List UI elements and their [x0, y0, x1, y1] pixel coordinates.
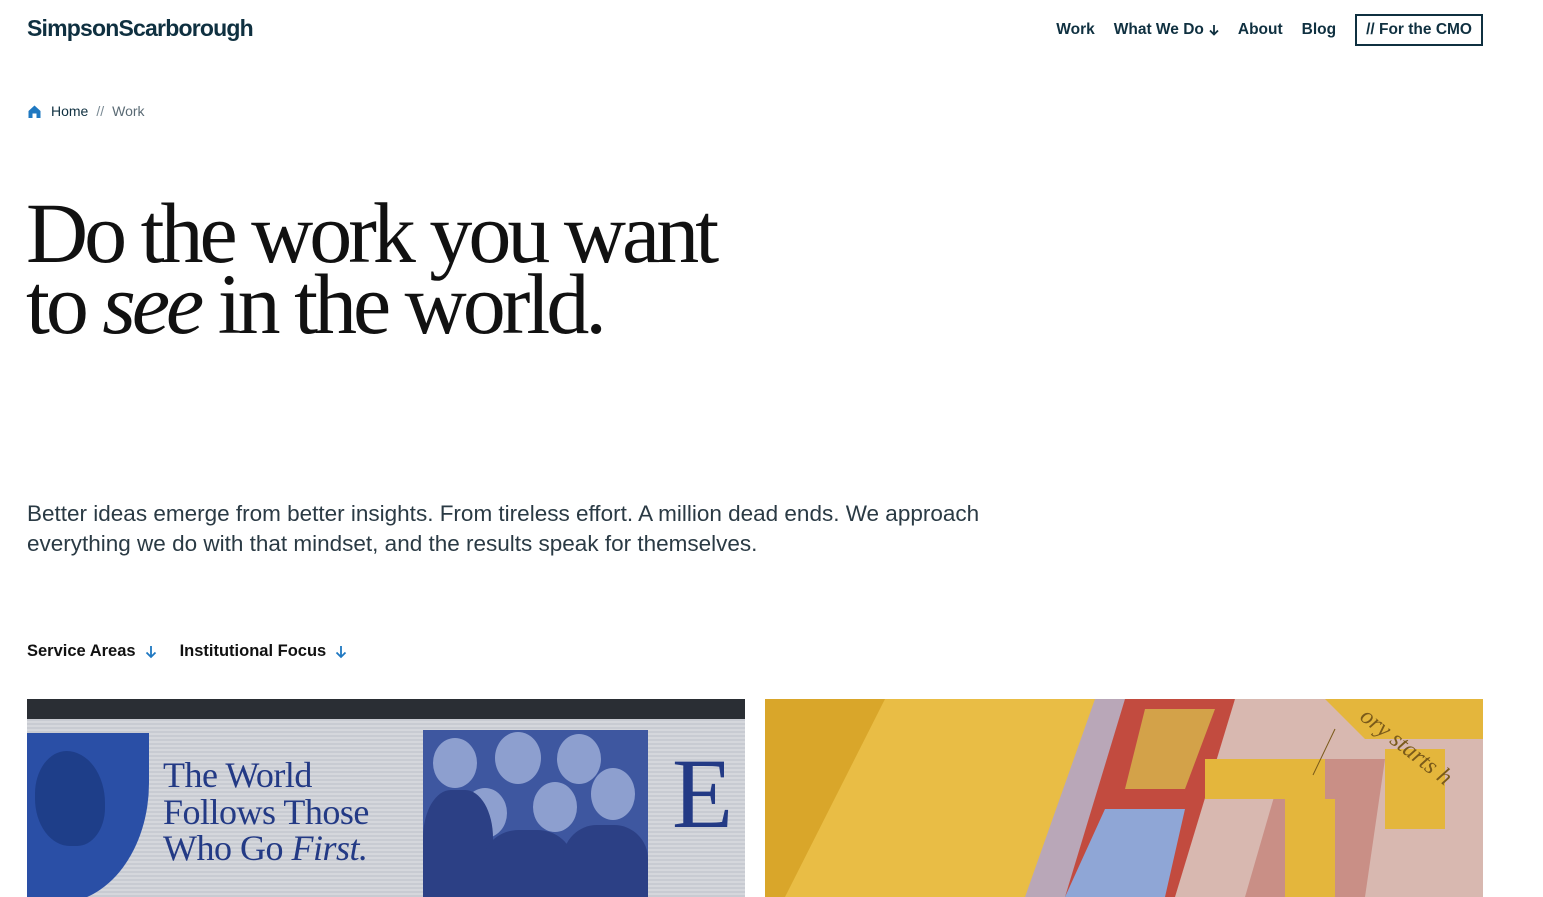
site-logo[interactable]: SimpsonScarborough [27, 15, 254, 42]
nav-item-label: About [1237, 21, 1283, 38]
filter-bar: Service Areas Institutional Focus [27, 642, 370, 661]
home-icon[interactable] [27, 104, 42, 119]
page-title: Do the work you want to see in the world… [26, 190, 719, 347]
institutional-focus-filter[interactable]: Institutional Focus [180, 642, 348, 661]
service-areas-filter[interactable]: Service Areas [27, 642, 157, 661]
project-card-billboard[interactable]: The World Follows Those Who Go First. E [27, 699, 745, 897]
arrow-down-icon [145, 645, 156, 658]
hero-emphasis: see [102, 256, 204, 352]
nav-item-label: Blog [1301, 21, 1337, 38]
hero-line-2-start: to [26, 256, 103, 352]
arrow-down-icon [336, 645, 347, 658]
hero-line-2-end: in the world. [200, 256, 607, 352]
billboard-line-1: The World [163, 755, 312, 795]
nav-item-label: What We Do [1113, 21, 1204, 38]
billboard-line-2: Follows Those [163, 791, 369, 832]
billboard-letter: E [672, 738, 734, 849]
filter-label: Service Areas [27, 642, 136, 660]
billboard-emphasis: First. [291, 828, 368, 868]
nav-item-about[interactable]: About [1238, 21, 1283, 39]
nav-item-blog[interactable]: Blog [1302, 21, 1336, 39]
breadcrumb-home-link[interactable]: Home [51, 103, 88, 119]
breadcrumb-current: Work [112, 103, 145, 119]
arrow-down-icon [1209, 25, 1219, 36]
nav-item-work[interactable]: Work [1056, 21, 1094, 39]
breadcrumb: Home // Work [27, 103, 145, 119]
billboard-line-3: Who Go [163, 828, 292, 868]
billboard-headline: The World Follows Those Who Go First. [163, 757, 369, 867]
project-card-print[interactable]: ory starts h [765, 699, 1483, 897]
billboard-student-photo [423, 730, 648, 897]
intro-paragraph: Better ideas emerge from better insights… [27, 501, 980, 556]
breadcrumb-separator: // [96, 103, 105, 119]
nav-item-label: Work [1056, 21, 1095, 38]
billboard-frame [27, 699, 745, 719]
main-nav: Work What We Do About Blog // For the CM… [1037, 14, 1483, 46]
filter-label: Institutional Focus [179, 642, 327, 660]
for-the-cmo-button[interactable]: // For the CMO [1355, 14, 1483, 46]
nav-item-what-we-do[interactable]: What We Do [1114, 21, 1219, 39]
